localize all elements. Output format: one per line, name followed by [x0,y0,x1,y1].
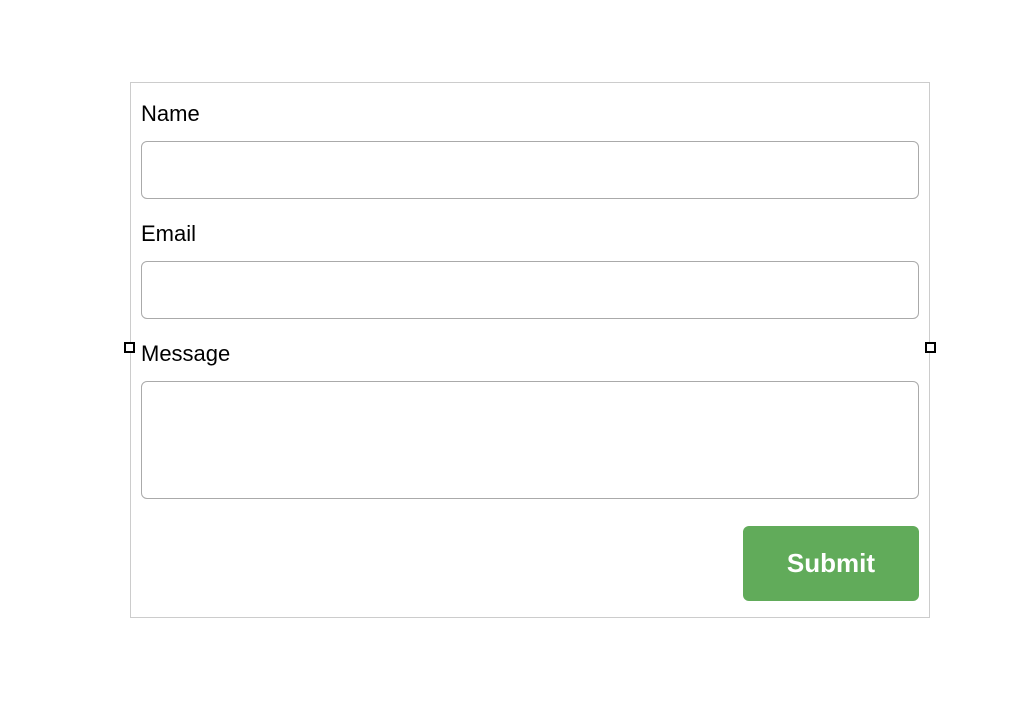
form-group-email: Email [141,221,919,319]
email-label: Email [141,221,919,247]
message-label: Message [141,341,919,367]
message-textarea[interactable] [141,381,919,499]
selection-handle-right-icon[interactable] [925,342,936,353]
button-row: Submit [141,526,919,601]
contact-form: Name Email Message Submit [130,82,930,618]
email-input[interactable] [141,261,919,319]
selection-handle-left-icon[interactable] [124,342,135,353]
form-group-name: Name [141,101,919,199]
form-group-message: Message [141,341,919,504]
submit-button[interactable]: Submit [743,526,919,601]
name-label: Name [141,101,919,127]
name-input[interactable] [141,141,919,199]
